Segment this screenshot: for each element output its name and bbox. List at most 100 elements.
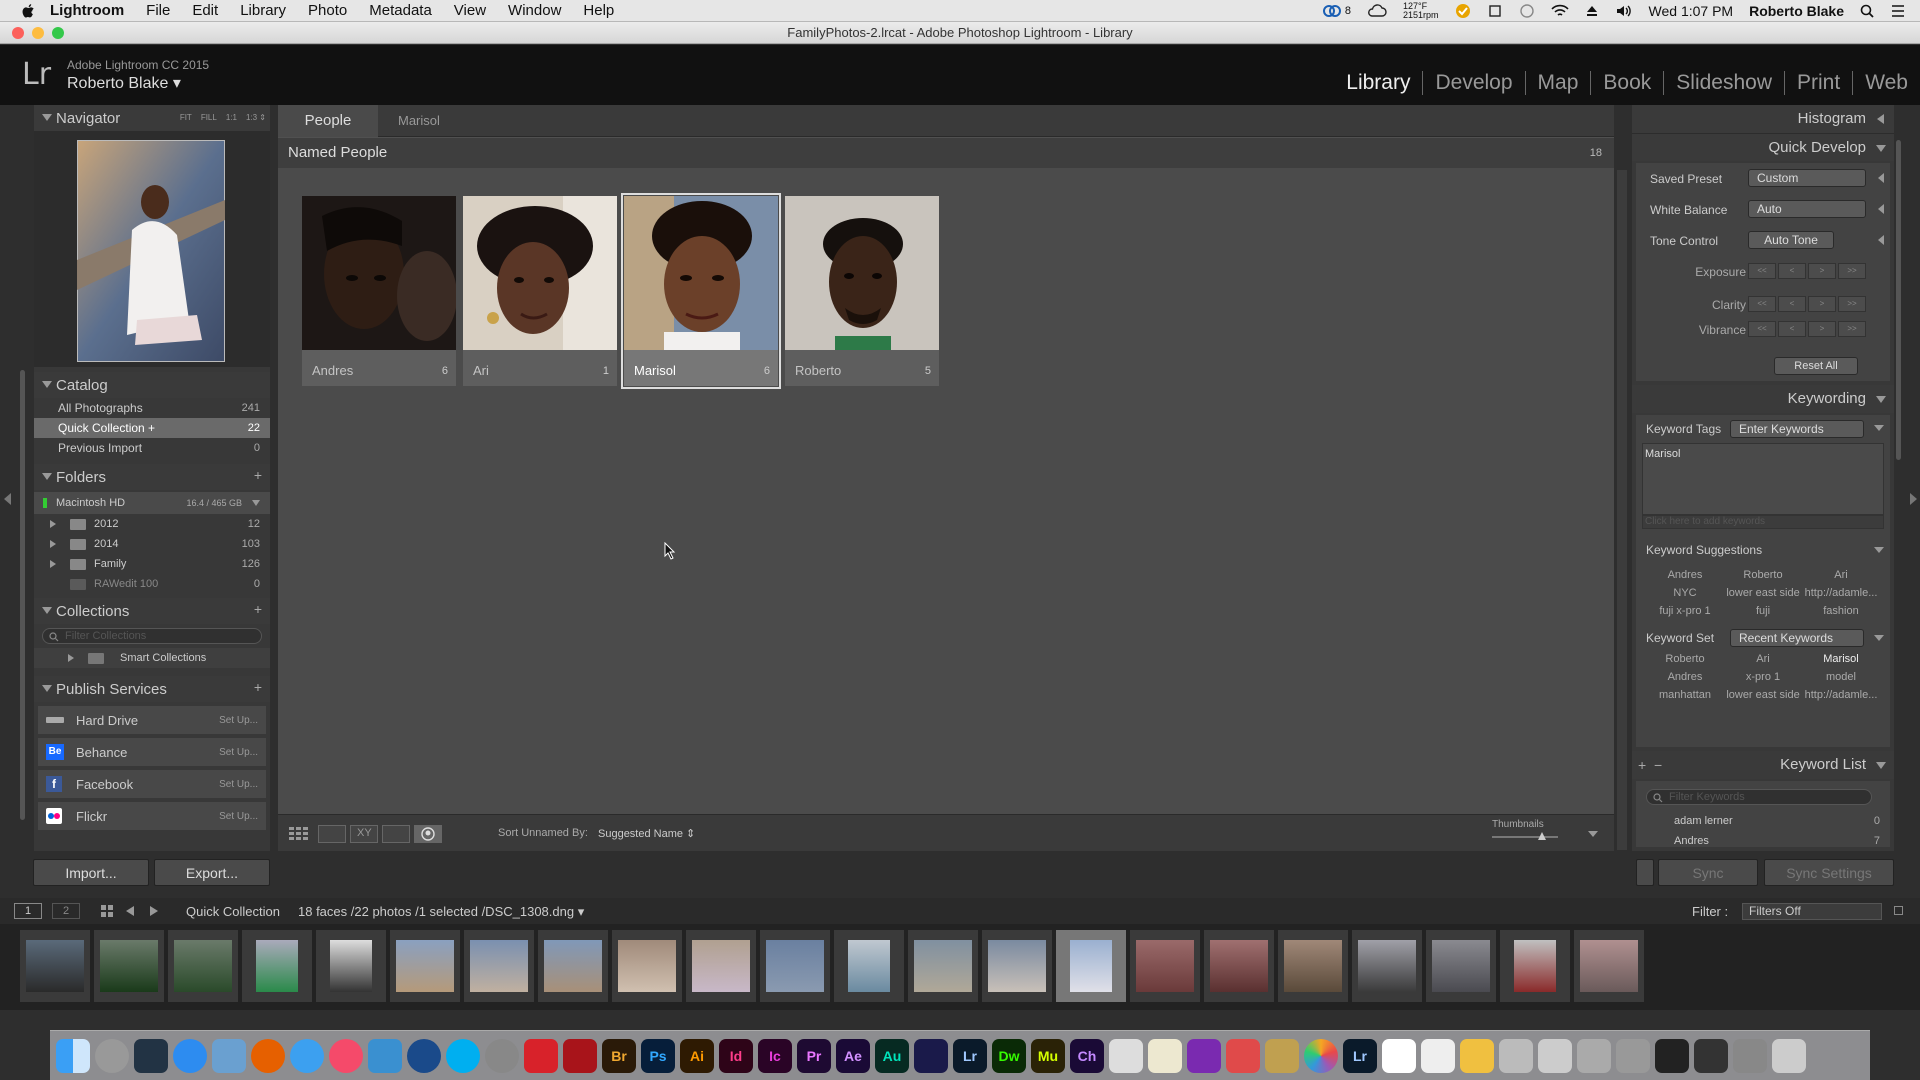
muse-icon[interactable]: Mu [1031,1038,1065,1073]
creative-cloud-icon[interactable] [524,1038,558,1073]
publish-facebook[interactable]: f Facebook Set Up... [38,770,266,798]
quick-develop-header[interactable]: Quick Develop [1632,133,1894,161]
catalog-item-all-photographs[interactable]: All Photographs 241 [34,398,270,418]
photoshop-icon[interactable]: Ps [641,1038,675,1073]
main-window-button[interactable]: 1 [14,903,42,919]
trash-icon[interactable] [1772,1038,1806,1073]
character-animator-icon[interactable]: Ch [1070,1038,1104,1073]
keyword-set-item[interactable]: Roberto [1646,653,1724,665]
filter-lock-icon[interactable] [1894,906,1903,915]
window-thumbnail-icon[interactable] [1694,1038,1728,1073]
filmstrip-thumbnail[interactable] [20,930,90,1002]
mission-control-icon[interactable] [134,1038,168,1073]
forward-arrow-icon[interactable] [150,906,158,916]
onenote-icon[interactable] [1187,1038,1221,1073]
zoom-1-1[interactable]: 1:1 [226,113,237,122]
mail-icon[interactable] [1109,1038,1143,1073]
keyword-list-header[interactable]: + − Keyword List [1632,751,1894,779]
keyword-filter-input[interactable]: Filter Keywords [1646,789,1872,805]
finder-icon[interactable] [56,1038,90,1073]
keyword-set-item[interactable]: Ari [1724,653,1802,665]
breadcrumb-person[interactable]: Marisol [398,105,440,137]
lightroom-cc-icon[interactable]: Lr [1343,1038,1377,1073]
remove-keyword-icon[interactable]: − [1654,751,1662,779]
skype-icon[interactable] [446,1038,480,1073]
filmstrip-thumbnail[interactable] [1204,930,1274,1002]
exposure-stepper[interactable]: << < > >> [1748,263,1866,279]
export-button[interactable]: Export... [154,859,270,886]
filmstrip-thumbnail[interactable] [94,930,164,1002]
folder-2012[interactable]: 2012 12 [34,514,270,534]
filmstrip-thumbnail[interactable] [1130,930,1200,1002]
person-card-marisol[interactable]: Marisol 6 [621,193,781,389]
expand-triangle-icon[interactable] [50,540,56,548]
filmstrip-thumbnail[interactable] [1500,930,1570,1002]
vibrance-stepper[interactable]: << < > >> [1748,321,1866,337]
window-thumbnail-icon[interactable] [1499,1038,1533,1073]
smart-collections[interactable]: Smart Collections [34,648,270,668]
filmstrip-thumbnail[interactable] [1574,930,1644,1002]
expand-triangle-icon[interactable] [50,520,56,528]
keyword-text-area[interactable]: Marisol [1642,443,1884,515]
keyword-tags-dropdown[interactable]: Enter Keywords [1730,420,1864,438]
menu-app[interactable]: Lightroom [50,2,124,19]
menu-photo[interactable]: Photo [308,2,347,19]
grid-view-icon[interactable] [286,825,314,843]
folder-2014[interactable]: 2014 103 [34,534,270,554]
keyword-set-item[interactable]: model [1802,671,1880,683]
launchpad-icon[interactable] [95,1038,129,1073]
folders-header[interactable]: Folders + [34,464,270,490]
filmstrip-thumbnail[interactable] [686,930,756,1002]
module-web[interactable]: Web [1853,71,1908,95]
publish-flickr[interactable]: Flickr Set Up... [38,802,266,830]
people-view-icon[interactable] [414,825,442,843]
wifi-icon[interactable] [1550,4,1569,18]
filmstrip-info[interactable]: 18 faces /22 photos /1 selected /DSC_130… [298,904,584,920]
setup-link[interactable]: Set Up... [219,715,258,726]
person-card-roberto[interactable]: Roberto 5 [785,196,939,386]
add-folder-icon[interactable]: + [254,467,262,483]
module-book[interactable]: Book [1591,71,1665,95]
filmstrip-thumbnail[interactable] [908,930,978,1002]
system-preferences-icon[interactable] [485,1038,519,1073]
menu-metadata[interactable]: Metadata [369,2,432,19]
keyword-suggestion[interactable]: fuji [1724,605,1802,617]
acrobat-icon[interactable] [563,1038,597,1073]
zoom-1-3[interactable]: 1:3 ⇕ [246,113,266,122]
tweetbot-icon[interactable] [368,1038,402,1073]
keyword-set-item[interactable]: Andres [1646,671,1724,683]
reset-all-button[interactable]: Reset All [1774,357,1858,375]
menu-file[interactable]: File [146,2,170,19]
filmstrip-thumbnail[interactable] [1426,930,1496,1002]
toolbar-menu-icon[interactable] [1588,831,1598,837]
itunes-icon[interactable] [329,1038,363,1073]
time-machine-icon[interactable] [1519,3,1535,19]
saved-preset-dropdown[interactable]: Custom [1748,169,1866,187]
dreamweaver-icon[interactable]: Dw [992,1038,1026,1073]
navigator-preview[interactable] [34,131,270,367]
navigator-header[interactable]: Navigator FIT FILL 1:1 1:3 ⇕ [34,105,270,131]
eject-icon[interactable] [1585,4,1599,18]
quicktime-icon[interactable] [407,1038,441,1073]
zoom-window-button[interactable] [52,27,64,39]
publish-behance[interactable]: Be Behance Set Up... [38,738,266,766]
menu-library[interactable]: Library [240,2,286,19]
keyword-set-item[interactable]: lower east side [1724,689,1802,701]
keyword-suggestion[interactable]: fashion [1802,605,1880,617]
compare-view-icon[interactable]: XY [350,825,378,843]
close-window-button[interactable] [12,27,24,39]
preview-icon[interactable] [212,1038,246,1073]
menu-edit[interactable]: Edit [192,2,218,19]
module-develop[interactable]: Develop [1423,71,1526,95]
notification-center-icon[interactable] [1890,4,1906,18]
secondary-window-button[interactable]: 2 [52,903,80,919]
keyword-suggestion[interactable]: Andres [1646,569,1724,581]
pdf-icon[interactable] [1226,1038,1260,1073]
row-triangle-icon[interactable] [1878,235,1884,245]
illustrator-icon[interactable]: Ai [680,1038,714,1073]
audition-icon[interactable]: Au [875,1038,909,1073]
adobe-cc-icon[interactable]: 8 [1322,4,1351,18]
catalog-item-previous-import[interactable]: Previous Import 0 [34,438,270,458]
filmstrip-thumbnail-selected[interactable] [1056,930,1126,1002]
collection-filter-input[interactable]: Filter Collections [42,628,262,644]
